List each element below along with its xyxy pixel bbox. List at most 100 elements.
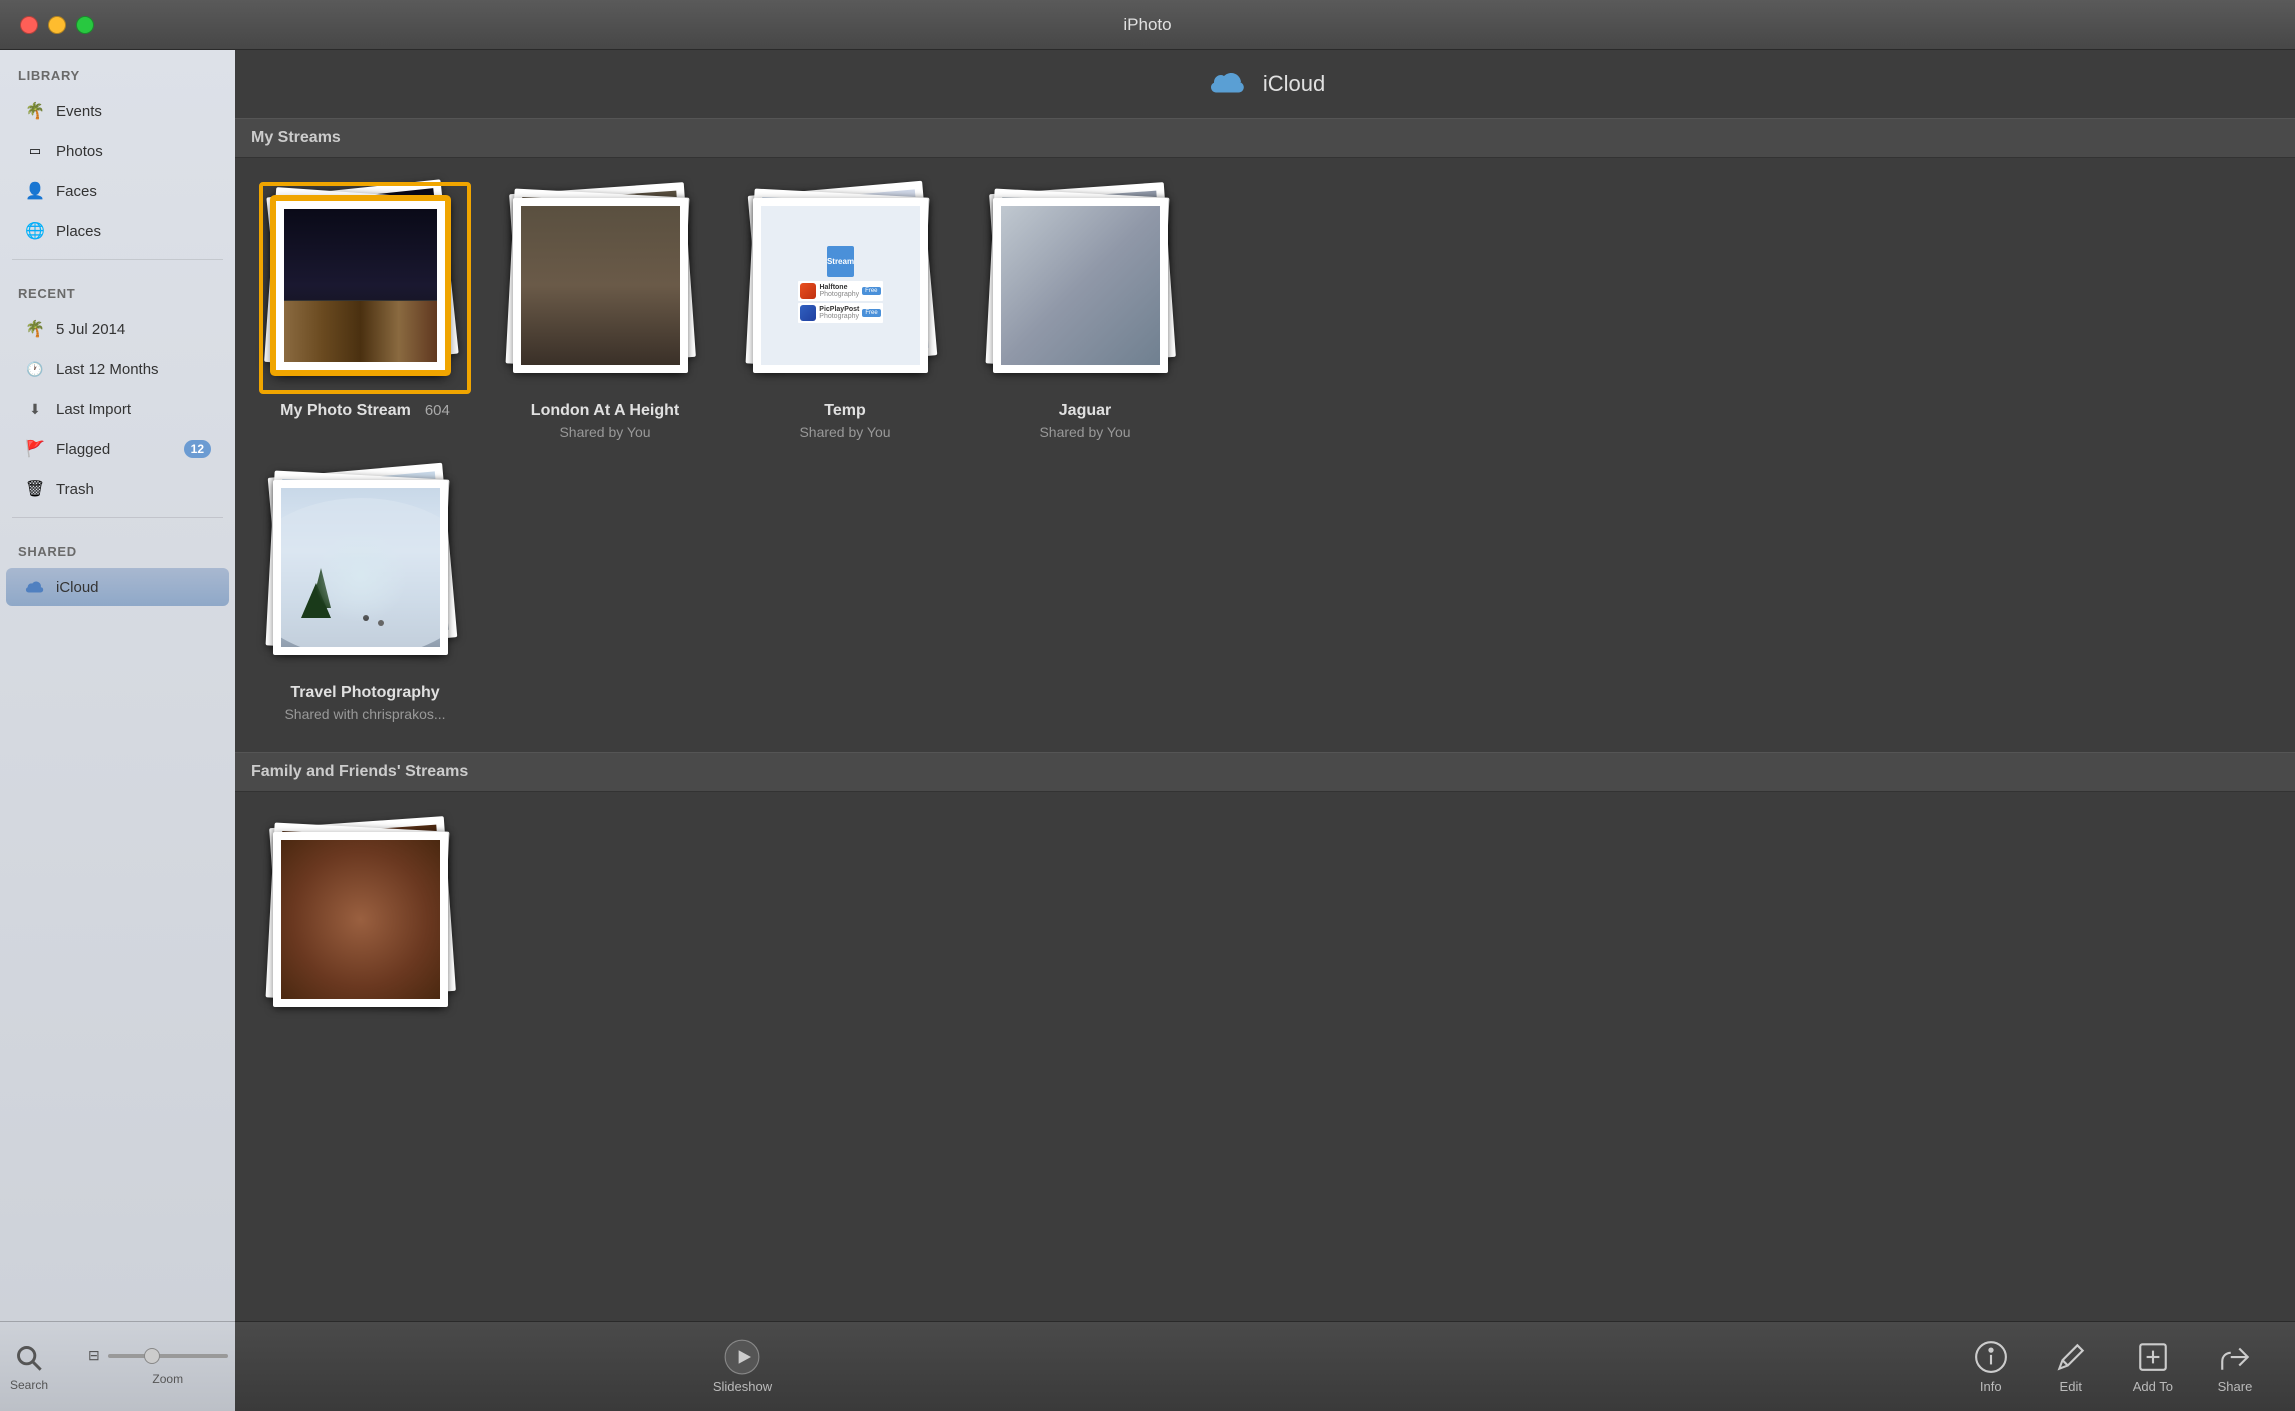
divider-2 [12, 517, 223, 518]
trash-icon: 🗑 [24, 478, 46, 500]
card-front [273, 198, 448, 373]
search-toolbar-label: Search [10, 1378, 48, 1392]
temp-card-front: Stream Halftone Photography Free [753, 198, 928, 373]
icloud-header-icon [1205, 68, 1249, 100]
slideshow-button[interactable]: Slideshow [701, 1331, 784, 1402]
sidebar-item-places[interactable]: 🌐 Places [6, 212, 229, 250]
info-icon [1973, 1339, 2009, 1375]
my-streams-grid: My Photo Stream 604 [255, 158, 2275, 470]
picplay-row: PicPlayPost Photography Free [798, 303, 882, 323]
my-streams-header: My Streams [235, 118, 2295, 158]
my-streams-grid-2: Travel Photography Shared with chrisprak… [255, 470, 2275, 752]
toolbar-right: Info Edit [1250, 1331, 2295, 1402]
halftone-row: Halftone Photography Free [798, 281, 882, 301]
card-photo-2 [275, 188, 450, 363]
picplay-info: PicPlayPost Photography [819, 306, 859, 320]
search-toolbar-button[interactable]: Search [0, 1336, 58, 1398]
lastimport-icon: ⬇ [24, 398, 46, 420]
lastimport-label: Last Import [56, 401, 211, 418]
add-to-label: Add To [2133, 1379, 2173, 1394]
zoom-slider[interactable] [108, 1354, 228, 1358]
photos-icon: ▭ [24, 140, 46, 162]
card-photo-1 [273, 196, 443, 366]
last12-label: Last 12 Months [56, 361, 211, 378]
london-name: London At A Height [531, 402, 679, 420]
stream-item-travel[interactable]: Travel Photography Shared with chrisprak… [265, 470, 465, 722]
travel-subtitle: Shared with chrisprakos... [284, 706, 445, 722]
picplay-badge: Free [862, 309, 880, 317]
search-toolbar-icon [13, 1342, 45, 1374]
travel-card-front [273, 480, 448, 655]
flagged-badge: 12 [184, 440, 211, 458]
edit-icon [2053, 1339, 2089, 1375]
sidebar-item-events[interactable]: 🌴 Events [6, 92, 229, 130]
halftone-icon [800, 283, 816, 299]
slideshow-label: Slideshow [713, 1379, 772, 1394]
friends-1-stack [265, 822, 465, 1022]
appstore-bar: Stream [827, 246, 854, 276]
share-button[interactable]: Share [2205, 1331, 2265, 1402]
recent-section-label: RECENT [0, 268, 235, 309]
shared-section-label: SHARED [0, 526, 235, 567]
maximize-button[interactable] [76, 16, 94, 34]
add-to-icon [2135, 1339, 2171, 1375]
halftone-badge: Free [862, 287, 880, 295]
edit-button[interactable]: Edit [2041, 1331, 2101, 1402]
minimize-button[interactable] [48, 16, 66, 34]
places-label: Places [56, 223, 211, 240]
app-title: iPhoto [1123, 15, 1171, 35]
toolbar-center: Slideshow [235, 1331, 1250, 1402]
sidebar-item-flagged[interactable]: 🚩 Flagged 12 [6, 430, 229, 468]
halftone-info: Halftone Photography [819, 284, 859, 298]
add-to-button[interactable]: Add To [2121, 1331, 2185, 1402]
close-button[interactable] [20, 16, 38, 34]
sidebar-item-icloud[interactable]: iCloud [6, 568, 229, 606]
travel-name: Travel Photography [290, 684, 439, 702]
london-stack [505, 188, 705, 388]
my-photo-stream-count: 604 [425, 402, 450, 419]
info-label: Info [1980, 1379, 2002, 1394]
places-icon: 🌐 [24, 220, 46, 242]
icloud-sidebar-label: iCloud [56, 579, 211, 596]
5jul-label: 5 Jul 2014 [56, 321, 211, 338]
icloud-sidebar-icon [24, 576, 46, 598]
sidebar-item-faces[interactable]: 👤 Faces [6, 172, 229, 210]
zoom-toolbar-label: Zoom [152, 1372, 183, 1386]
last12-icon: 🕐 [24, 358, 46, 380]
stream-item-friends-1[interactable] [265, 822, 465, 1036]
share-label: Share [2218, 1379, 2253, 1394]
faces-icon: 👤 [24, 180, 46, 202]
stream-item-my-photo-stream[interactable]: My Photo Stream 604 [265, 188, 465, 440]
jaguar-subtitle: Shared by You [1039, 424, 1130, 440]
stream-item-jaguar[interactable]: Jaguar Shared by You [985, 188, 1185, 440]
jaguar-name: Jaguar [1059, 402, 1111, 420]
flagged-label: Flagged [56, 441, 174, 458]
faces-label: Faces [56, 183, 211, 200]
info-button[interactable]: Info [1961, 1331, 2021, 1402]
my-photo-stream-stack [265, 188, 465, 388]
streams-area[interactable]: My Streams [235, 118, 2295, 1321]
library-section-label: LIBRARY [0, 50, 235, 91]
sidebar-bottom-toolbar: Search ⊟ ⊞ Zoom [0, 1321, 235, 1411]
content-area: iCloud My Streams [235, 50, 2295, 1411]
sidebar-item-lastimport[interactable]: ⬇ Last Import [6, 390, 229, 428]
sidebar-item-photos[interactable]: ▭ Photos [6, 132, 229, 170]
london-photo-front [521, 206, 680, 365]
temp-name: Temp [824, 402, 865, 420]
main-layout: LIBRARY 🌴 Events ▭ Photos 👤 Faces 🌐 Plac… [0, 50, 2295, 1411]
travel-photo-front [281, 488, 440, 647]
sidebar-item-5jul2014[interactable]: 🌴 5 Jul 2014 [6, 310, 229, 348]
photos-label: Photos [56, 143, 211, 160]
stream-item-temp[interactable]: Stream Halftone Photography Free [745, 188, 945, 440]
sidebar: LIBRARY 🌴 Events ▭ Photos 👤 Faces 🌐 Plac… [0, 50, 235, 1411]
content-bottom-toolbar: Slideshow Info [235, 1321, 2295, 1411]
trash-label: Trash [56, 481, 211, 498]
sidebar-item-last12months[interactable]: 🕐 Last 12 Months [6, 350, 229, 388]
sidebar-item-trash[interactable]: 🗑 Trash [6, 470, 229, 508]
card-photo-front [284, 209, 437, 362]
london-subtitle: Shared by You [559, 424, 650, 440]
icloud-header-title: iCloud [1263, 71, 1325, 97]
stream-item-london[interactable]: London At A Height Shared by You [505, 188, 705, 440]
edit-label: Edit [2060, 1379, 2082, 1394]
titlebar: iPhoto [0, 0, 2295, 50]
